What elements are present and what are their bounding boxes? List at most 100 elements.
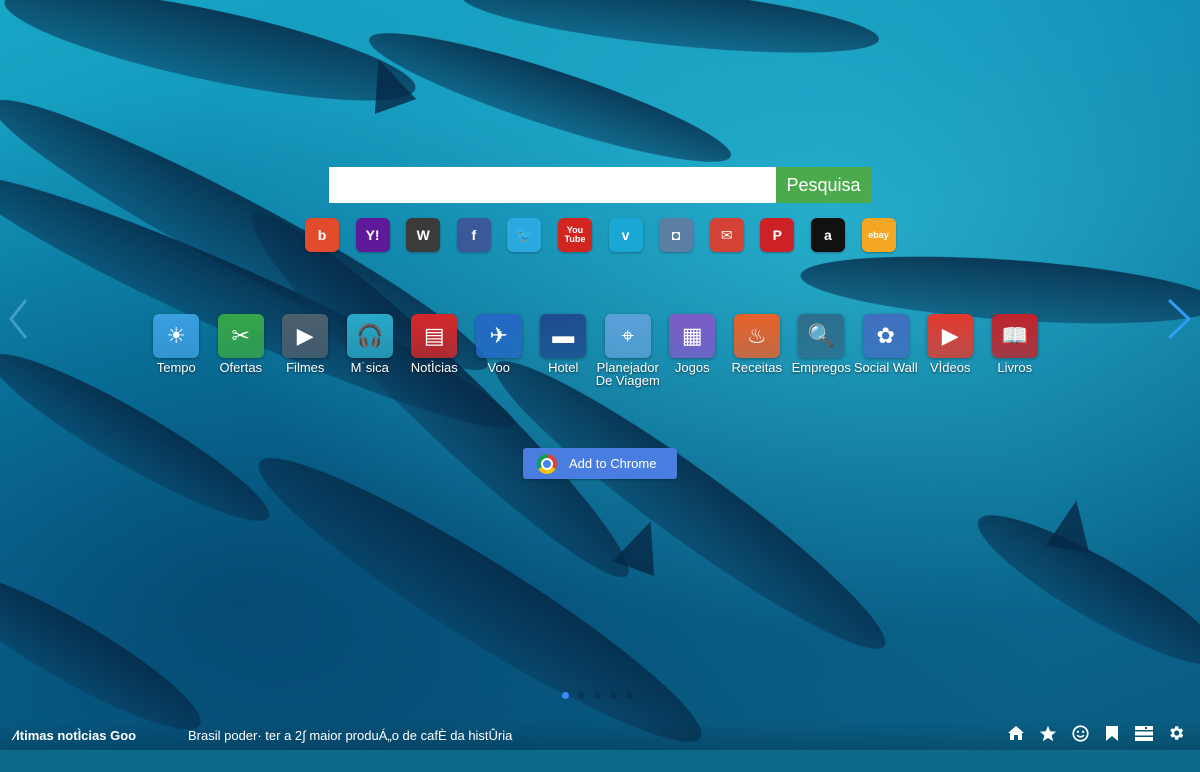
bing-link-icon[interactable]: b	[305, 218, 339, 252]
musica-icon: 🎧	[346, 314, 393, 358]
app-planejador[interactable]: ⌖ Planejador De Viagem	[596, 314, 661, 387]
facebook-link-icon[interactable]: f	[456, 218, 491, 252]
page-dot[interactable]	[578, 692, 585, 699]
app-jogos[interactable]: ▦ Jogos	[660, 314, 725, 387]
app-ofertas[interactable]: ✂ Ofertas	[209, 314, 274, 387]
app-hotel[interactable]: ▬ Hotel	[531, 314, 596, 387]
musica-glyph: 🎧	[356, 323, 384, 348]
wikipedia-glyph: W	[416, 227, 430, 243]
twitter-glyph: 🐦	[515, 226, 534, 243]
jogos-icon: ▦	[669, 314, 716, 358]
yahoo-glyph: Y!	[365, 227, 380, 243]
planejador-glyph: ⌖	[621, 323, 634, 348]
facebook-glyph: f	[471, 227, 477, 243]
search-bar: Pesquisa	[329, 167, 871, 203]
wikipedia-link-icon[interactable]: W	[406, 218, 441, 252]
social-wall-icon: ✿	[862, 314, 909, 358]
social-wall-glyph: ✿	[876, 323, 895, 348]
page-dot[interactable]	[562, 692, 569, 699]
yahoo-link-icon[interactable]: Y!	[355, 218, 390, 252]
quick-links-bar: b Y! Wf 🐦 You Tube v ◘ ✉ Pa ebay	[305, 218, 896, 252]
ebay-link-icon[interactable]: ebay	[861, 218, 896, 252]
filmes-glyph: ▶	[296, 323, 314, 348]
livros-glyph: 📖	[1001, 323, 1029, 348]
vimeo-link-icon[interactable]: v	[608, 218, 643, 252]
app-label: Planejador De Viagem	[595, 360, 660, 388]
app-label: Filmes	[286, 360, 325, 375]
news-headline-link[interactable]: Brasil poder· ter a 2∫ maior produÁ„o de…	[188, 728, 512, 743]
home-icon[interactable]	[1006, 724, 1026, 742]
app-social-wall[interactable]: ✿ Social Wall	[854, 314, 919, 387]
app-label: Ofertas	[219, 360, 263, 375]
gmail-glyph: ✉	[720, 226, 733, 243]
twitter-link-icon[interactable]: 🐦	[507, 218, 542, 252]
ofertas-icon: ✂	[217, 314, 264, 358]
app-musica[interactable]: 🎧 M˙sica	[338, 314, 403, 387]
star-icon[interactable]	[1038, 724, 1058, 742]
app-noticias[interactable]: ▤ NotÌcias	[402, 314, 467, 387]
voo-glyph: ✈	[489, 323, 508, 348]
app-tempo[interactable]: ☀ Tempo	[144, 314, 209, 387]
page-indicator	[562, 692, 633, 699]
empregos-glyph: 🔍	[807, 323, 835, 348]
filmes-icon: ▶	[282, 314, 329, 358]
app-label: Tempo	[156, 360, 196, 375]
voo-icon: ✈	[475, 314, 522, 358]
app-empregos[interactable]: 🔍 Empregos	[789, 314, 854, 387]
videos-icon: ▶	[927, 314, 974, 358]
app-label: Livros	[997, 360, 1033, 375]
app-label: Receitas	[731, 360, 783, 375]
add-to-chrome-button[interactable]: Add to Chrome	[523, 448, 677, 479]
youtube-glyph: You Tube	[564, 225, 586, 244]
app-voo[interactable]: ✈ Voo	[467, 314, 532, 387]
app-label: Voo	[487, 360, 510, 375]
add-to-chrome-label: Add to Chrome	[569, 456, 657, 471]
tempo-icon: ☀	[153, 314, 200, 358]
pinterest-link-icon[interactable]: P	[760, 218, 795, 252]
videos-glyph: ▶	[941, 323, 959, 348]
search-button[interactable]: Pesquisa	[776, 167, 871, 203]
livros-icon: 📖	[991, 314, 1038, 358]
page-dot[interactable]	[626, 692, 633, 699]
amazon-link-icon[interactable]: a	[810, 218, 845, 252]
instagram-glyph: ◘	[671, 227, 681, 243]
chrome-logo-icon	[537, 453, 557, 474]
gmail-link-icon[interactable]: ✉	[709, 218, 744, 252]
page-dot[interactable]	[594, 692, 601, 699]
app-label: Jogos	[674, 360, 710, 375]
hotel-glyph: ▬	[552, 323, 575, 348]
noticias-icon: ▤	[411, 314, 458, 358]
empregos-icon: 🔍	[798, 314, 845, 358]
app-label: VÌdeos	[930, 360, 971, 375]
prev-page-arrow-icon[interactable]	[8, 298, 28, 340]
pinterest-glyph: P	[772, 227, 783, 243]
youtube-link-icon[interactable]: You Tube	[557, 218, 592, 252]
ebay-glyph: ebay	[868, 229, 889, 240]
smiley-icon[interactable]	[1070, 724, 1090, 742]
bing-glyph: b	[317, 227, 327, 243]
amazon-glyph: a	[824, 227, 832, 243]
tempo-glyph: ☀	[166, 323, 187, 348]
app-livros[interactable]: 📖 Livros	[983, 314, 1048, 387]
bottom-toolbar	[1006, 724, 1186, 742]
news-section-title: ⁄ltimas notÌcias Goo	[14, 728, 137, 743]
hotel-icon: ▬	[540, 314, 587, 358]
receitas-icon: ♨	[733, 314, 780, 358]
instagram-link-icon[interactable]: ◘	[659, 218, 694, 252]
app-videos[interactable]: ▶ VÌdeos	[918, 314, 983, 387]
gear-icon[interactable]	[1166, 724, 1186, 742]
search-input[interactable]	[329, 167, 776, 203]
next-page-arrow-icon[interactable]	[1165, 298, 1193, 340]
app-label: M˙sica	[350, 360, 389, 375]
vimeo-glyph: v	[621, 227, 630, 243]
page-dot[interactable]	[610, 692, 617, 699]
app-grid: ☀ Tempo ✂ Ofertas ▶ Filmes 🎧 M˙sica ▤ NotÌcias ✈ Vo…	[144, 314, 1047, 387]
ofertas-glyph: ✂	[231, 323, 250, 348]
app-label: Empregos	[791, 360, 851, 375]
planejador-icon: ⌖	[604, 314, 651, 358]
app-receitas[interactable]: ♨ Receitas	[725, 314, 790, 387]
list-icon[interactable]	[1134, 724, 1154, 742]
noticias-glyph: ▤	[423, 323, 445, 348]
bookmark-icon[interactable]	[1102, 724, 1122, 742]
app-filmes[interactable]: ▶ Filmes	[273, 314, 338, 387]
